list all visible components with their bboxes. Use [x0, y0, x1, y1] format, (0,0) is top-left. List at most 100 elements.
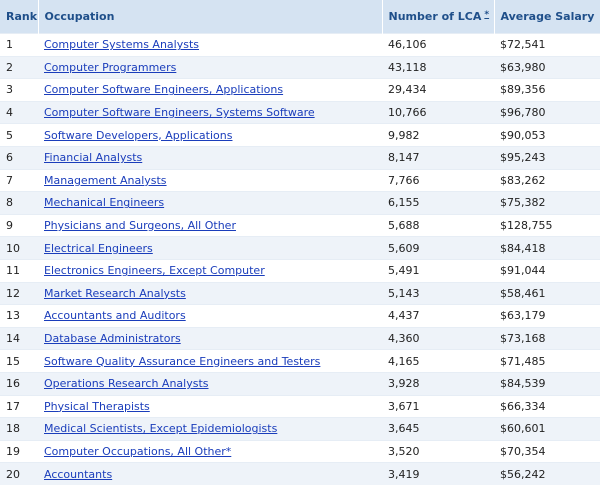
occupation-cell: Mechanical Engineers [38, 191, 382, 215]
occupation-link[interactable]: Electronics Engineers, Except Computer [44, 264, 265, 277]
occupation-link[interactable]: Electrical Engineers [44, 242, 153, 255]
salary-cell: $63,980 [494, 55, 600, 79]
lca-cell: 10,766 [382, 100, 494, 124]
rank-cell: 17 [0, 394, 38, 418]
rank-cell: 16 [0, 371, 38, 395]
rank-cell: 4 [0, 100, 38, 124]
lca-cell: 3,928 [382, 371, 494, 395]
rank-cell: 19 [0, 439, 38, 463]
lca-cell: 6,155 [382, 191, 494, 215]
occupation-cell: Computer Occupations, All Other* [38, 439, 382, 463]
salary-cell: $91,044 [494, 258, 600, 283]
occupation-link[interactable]: Computer Programmers [44, 61, 176, 74]
lca-cell: 43,118 [382, 55, 494, 79]
table-row: 15 Software Quality Assurance Engineers a… [0, 349, 600, 373]
rank-cell: 20 [0, 462, 38, 485]
header-salary: Average Salary [494, 0, 600, 34]
occupation-link[interactable]: Operations Research Analysts [44, 377, 209, 390]
occupation-cell: Electrical Engineers [38, 236, 382, 260]
rank-cell: 14 [0, 326, 38, 350]
occupation-link[interactable]: Accountants [44, 468, 112, 481]
table-row: 6 Financial Analysts 8,147 $95,243 [0, 145, 600, 170]
table-row: 13 Accountants and Auditors 4,437 $63,179 [0, 304, 600, 328]
occupation-link[interactable]: Financial Analysts [44, 151, 142, 164]
occupation-link[interactable]: Mechanical Engineers [44, 196, 164, 209]
occupation-link[interactable]: Market Research Analysts [44, 287, 186, 300]
lca-cell: 3,645 [382, 417, 494, 441]
occupation-cell: Operations Research Analysts [38, 371, 382, 395]
occupation-cell: Electronics Engineers, Except Computer [38, 258, 382, 283]
occupation-cell: Computer Software Engineers, Application… [38, 78, 382, 102]
salary-cell: $70,354 [494, 439, 600, 463]
table-row: 12 Market Research Analysts 5,143 $58,461 [0, 281, 600, 305]
salary-cell: $73,168 [494, 326, 600, 350]
lca-cell: 5,688 [382, 213, 494, 237]
lca-cell: 4,437 [382, 304, 494, 328]
rank-cell: 2 [0, 55, 38, 79]
occupation-link[interactable]: Software Quality Assurance Engineers and… [44, 355, 320, 368]
table-row: 8 Mechanical Engineers 6,155 $75,382 [0, 191, 600, 215]
occupation-cell: Computer Systems Analysts [38, 33, 382, 57]
table-row: 11 Electronics Engineers, Except Computer… [0, 258, 600, 283]
table-row: 7 Management Analysts 7,766 $83,262 [0, 168, 600, 192]
lca-cell: 29,434 [382, 78, 494, 102]
lca-cell: 3,520 [382, 439, 494, 463]
lca-cell: 8,147 [382, 145, 494, 170]
rank-cell: 6 [0, 145, 38, 170]
occupation-table: Rank Occupation Number of LCA * Average S… [0, 0, 600, 485]
header-lca-label: Number of LCA [388, 10, 482, 23]
occupation-cell: Accountants and Auditors [38, 304, 382, 328]
lca-cell: 3,671 [382, 394, 494, 418]
salary-cell: $95,243 [494, 145, 600, 170]
occupation-link[interactable]: Accountants and Auditors [44, 309, 186, 322]
table-row: 16 Operations Research Analysts 3,928 $84,5… [0, 371, 600, 395]
salary-cell: $90,053 [494, 123, 600, 147]
lca-cell: 9,982 [382, 123, 494, 147]
occupation-link[interactable]: Software Developers, Applications [44, 129, 232, 142]
lca-cell: 5,609 [382, 236, 494, 260]
salary-cell: $63,179 [494, 304, 600, 328]
occupation-link[interactable]: Database Administrators [44, 332, 181, 345]
occupation-cell: Management Analysts [38, 168, 382, 192]
lca-footnote-link[interactable]: * [484, 10, 489, 20]
occupation-link[interactable]: Physical Therapists [44, 400, 150, 413]
occupation-link[interactable]: Computer Systems Analysts [44, 38, 199, 51]
occupation-link[interactable]: Computer Software Engineers, Application… [44, 83, 283, 96]
rank-cell: 15 [0, 349, 38, 373]
salary-cell: $66,334 [494, 394, 600, 418]
table-row: 19 Computer Occupations, All Other* 3,520 $… [0, 439, 600, 463]
table-row: 3 Computer Software Engineers, Applicatio… [0, 78, 600, 102]
rank-cell: 7 [0, 168, 38, 192]
rank-cell: 10 [0, 236, 38, 260]
table-row: 9 Physicians and Surgeons, All Other 5,688… [0, 213, 600, 237]
occupation-cell: Accountants [38, 462, 382, 485]
table-row: 2 Computer Programmers 43,118 $63,980 [0, 55, 600, 79]
occupation-link[interactable]: Medical Scientists, Except Epidemiologis… [44, 422, 277, 435]
rank-cell: 3 [0, 78, 38, 102]
table-row: 14 Database Administrators 4,360 $73,168 [0, 326, 600, 350]
lca-cell: 5,143 [382, 281, 494, 305]
salary-cell: $56,242 [494, 462, 600, 485]
table-row: 10 Electrical Engineers 5,609 $84,418 [0, 236, 600, 260]
occupation-cell: Market Research Analysts [38, 281, 382, 305]
rank-cell: 8 [0, 191, 38, 215]
table-row: 1 Computer Systems Analysts 46,106 $72,541 [0, 33, 600, 57]
salary-cell: $75,382 [494, 191, 600, 215]
salary-cell: $84,418 [494, 236, 600, 260]
header-lca: Number of LCA * [382, 0, 495, 34]
lca-cell: 46,106 [382, 33, 494, 57]
table-row: 5 Software Developers, Applications 9,982 $… [0, 123, 600, 147]
occupation-link[interactable]: Management Analysts [44, 174, 167, 187]
salary-cell: $60,601 [494, 417, 600, 441]
header-rank: Rank [0, 0, 39, 34]
salary-cell: $84,539 [494, 371, 600, 395]
occupation-cell: Computer Software Engineers, Systems Sof… [38, 100, 382, 124]
lca-cell: 3,419 [382, 462, 494, 485]
occupation-link[interactable]: Computer Occupations, All Other* [44, 445, 231, 458]
table-header-row: Rank Occupation Number of LCA * Average S… [0, 0, 600, 34]
salary-cell: $72,541 [494, 33, 600, 57]
occupation-cell: Financial Analysts [38, 145, 382, 170]
occupation-link[interactable]: Physicians and Surgeons, All Other [44, 219, 236, 232]
lca-cell: 5,491 [382, 258, 494, 283]
occupation-link[interactable]: Computer Software Engineers, Systems Sof… [44, 106, 315, 119]
